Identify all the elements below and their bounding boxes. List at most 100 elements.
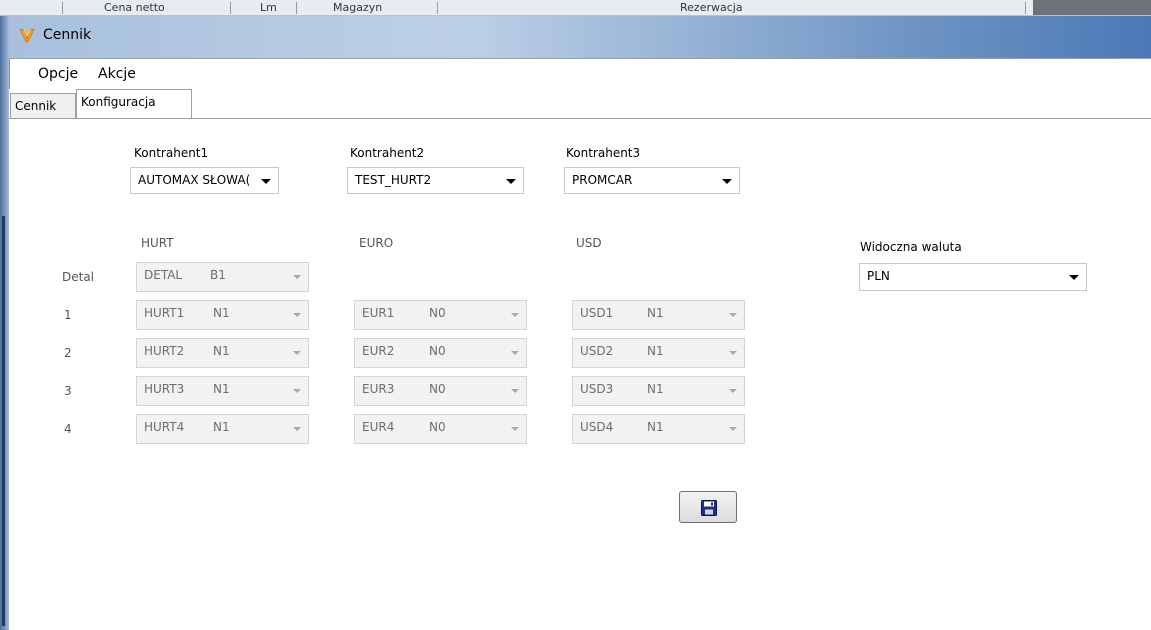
usd4-sub: N1 xyxy=(647,420,664,434)
hurt4-sub: N1 xyxy=(213,420,230,434)
column-separator xyxy=(437,2,438,14)
hurt4-combo[interactable]: HURT4 N1 xyxy=(136,414,309,444)
eur4-combo[interactable]: EUR4 N0 xyxy=(354,414,527,444)
column-separator xyxy=(296,2,297,14)
hurt-header: HURT xyxy=(141,236,174,250)
usd-header: USD xyxy=(576,236,602,250)
column-header-rezerwacja: Rezerwacja xyxy=(680,1,743,14)
usd2-code: USD2 xyxy=(580,344,614,358)
chevron-down-icon xyxy=(722,179,732,184)
eur3-combo[interactable]: EUR3 N0 xyxy=(354,376,527,406)
chevron-down-icon xyxy=(506,179,516,184)
eur2-combo[interactable]: EUR2 N0 xyxy=(354,338,527,368)
hurt3-combo[interactable]: HURT3 N1 xyxy=(136,376,309,406)
usd3-code: USD3 xyxy=(580,382,614,396)
kontrahent2-combo[interactable]: TEST_HURT2 xyxy=(347,167,524,194)
eur1-combo[interactable]: EUR1 N0 xyxy=(354,300,527,330)
column-header-cena-netto: Cena netto xyxy=(104,1,165,14)
hurt1-code: HURT1 xyxy=(144,306,185,320)
window-left-border-shadow xyxy=(2,216,5,626)
eur4-code: EUR4 xyxy=(362,420,395,434)
background-scrollbar xyxy=(1033,0,1151,15)
visible-currency-value: PLN xyxy=(867,269,890,283)
kontrahent2-label: Kontrahent2 xyxy=(350,146,425,160)
eur3-sub: N0 xyxy=(429,382,446,396)
window-title: Cennik xyxy=(43,27,92,43)
hurt4-code: HURT4 xyxy=(144,420,185,434)
chevron-down-icon xyxy=(293,351,301,355)
detal-code: DETAL xyxy=(144,268,183,282)
window-titlebar[interactable]: Cennik xyxy=(9,16,1151,58)
tab-strip: Cennik Konfiguracja xyxy=(9,89,1151,119)
window-client-area: Opcje Akcje Cennik Konfiguracja Kontrahe… xyxy=(9,58,1151,630)
eur2-code: EUR2 xyxy=(362,344,395,358)
floppy-disk-icon xyxy=(701,500,717,516)
chevron-down-icon xyxy=(1069,275,1079,280)
chevron-down-icon xyxy=(729,427,737,431)
tab-konfiguracja[interactable]: Konfiguracja xyxy=(76,89,192,118)
row-2-label: 2 xyxy=(64,346,72,360)
kontrahent2-value: TEST_HURT2 xyxy=(355,173,432,187)
kontrahent3-combo[interactable]: PROMCAR xyxy=(564,167,740,194)
menu-bar: Opcje Akcje xyxy=(9,59,1151,89)
eur1-sub: N0 xyxy=(429,306,446,320)
kontrahent3-label: Kontrahent3 xyxy=(566,146,641,160)
eur1-code: EUR1 xyxy=(362,306,395,320)
kontrahent3-value: PROMCAR xyxy=(572,173,633,187)
kontrahent1-label: Kontrahent1 xyxy=(134,146,209,160)
column-header-magazyn: Magazyn xyxy=(333,1,383,14)
chevron-down-icon xyxy=(293,275,301,279)
column-separator xyxy=(230,2,231,14)
column-separator xyxy=(62,2,63,14)
hurt1-combo[interactable]: HURT1 N1 xyxy=(136,300,309,330)
detal-sub: B1 xyxy=(210,268,226,282)
save-button[interactable] xyxy=(679,491,737,523)
chevron-down-icon xyxy=(729,313,737,317)
column-separator xyxy=(1025,2,1026,14)
app-logo-icon xyxy=(19,27,35,43)
usd1-combo[interactable]: USD1 N1 xyxy=(572,300,745,330)
hurt3-code: HURT3 xyxy=(144,382,185,396)
chevron-down-icon xyxy=(293,427,301,431)
kontrahent1-value: AUTOMAX SŁOWA( xyxy=(138,173,251,187)
screen: Cena netto Lm Magazyn Rezerwacja Cennik … xyxy=(0,0,1151,630)
usd4-code: USD4 xyxy=(580,420,614,434)
detal-label: Detal xyxy=(62,270,95,284)
eur4-sub: N0 xyxy=(429,420,446,434)
eur3-code: EUR3 xyxy=(362,382,395,396)
menu-opcje[interactable]: Opcje xyxy=(38,66,78,82)
chevron-down-icon xyxy=(511,389,519,393)
usd1-code: USD1 xyxy=(580,306,614,320)
usd2-combo[interactable]: USD2 N1 xyxy=(572,338,745,368)
hurt1-sub: N1 xyxy=(213,306,230,320)
chevron-down-icon xyxy=(729,351,737,355)
window-left-border xyxy=(0,16,9,630)
euro-header: EURO xyxy=(359,236,394,250)
usd2-sub: N1 xyxy=(647,344,664,358)
chevron-down-icon xyxy=(293,313,301,317)
konfiguracja-panel: Kontrahent1 AUTOMAX SŁOWA( Kontrahent2 T… xyxy=(9,118,1151,630)
eur2-sub: N0 xyxy=(429,344,446,358)
usd4-combo[interactable]: USD4 N1 xyxy=(572,414,745,444)
row-1-label: 1 xyxy=(64,308,72,322)
background-window-header: Cena netto Lm Magazyn Rezerwacja xyxy=(0,0,1151,16)
menu-akcje[interactable]: Akcje xyxy=(98,66,136,82)
hurt2-combo[interactable]: HURT2 N1 xyxy=(136,338,309,368)
visible-currency-combo[interactable]: PLN xyxy=(859,263,1087,291)
detal-combo[interactable]: DETAL B1 xyxy=(136,262,309,292)
kontrahent1-combo[interactable]: AUTOMAX SŁOWA( xyxy=(130,167,279,194)
chevron-down-icon xyxy=(293,389,301,393)
visible-currency-label: Widoczna waluta xyxy=(860,240,962,254)
tab-cennik[interactable]: Cennik xyxy=(10,93,76,119)
hurt2-code: HURT2 xyxy=(144,344,185,358)
chevron-down-icon xyxy=(511,313,519,317)
column-header-lm: Lm xyxy=(260,1,277,14)
usd3-sub: N1 xyxy=(647,382,664,396)
usd3-combo[interactable]: USD3 N1 xyxy=(572,376,745,406)
hurt3-sub: N1 xyxy=(213,382,230,396)
row-4-label: 4 xyxy=(64,422,72,436)
chevron-down-icon xyxy=(729,389,737,393)
row-3-label: 3 xyxy=(64,384,72,398)
chevron-down-icon xyxy=(511,351,519,355)
usd1-sub: N1 xyxy=(647,306,664,320)
